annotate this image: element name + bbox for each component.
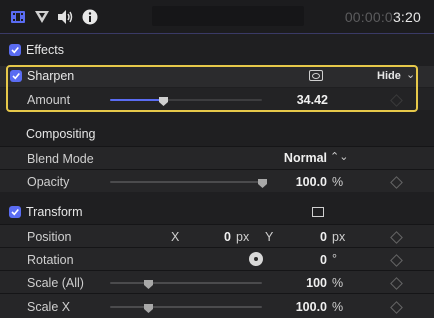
scale-all-slider-knob[interactable] [143, 278, 153, 289]
position-y-unit: px [332, 230, 346, 244]
scale-x-keyframe-icon[interactable] [390, 301, 403, 314]
scale-x-label: Scale X [27, 300, 71, 314]
effects-label: Effects [26, 43, 64, 57]
opacity-unit: % [332, 175, 344, 189]
transform-section-header: Transform [0, 200, 434, 224]
scale-all-label: Scale (All) [27, 276, 84, 290]
blend-mode-row: Blend Mode Normal ⌃⌄ [0, 147, 434, 169]
updown-chevron-icon[interactable]: ⌃⌄ [330, 150, 348, 163]
info-icon[interactable] [81, 8, 99, 26]
position-row: Position X 0 px Y 0 px [0, 225, 434, 247]
compositing-section-header: Compositing [0, 121, 434, 145]
transform-checkbox[interactable] [9, 206, 21, 218]
opacity-slider-knob[interactable] [257, 177, 267, 188]
scale-x-value[interactable]: 100.0 [296, 300, 327, 314]
scale-x-slider-knob[interactable] [143, 302, 153, 313]
scale-all-unit: % [332, 276, 344, 290]
position-y-value[interactable]: 0 [320, 230, 327, 244]
position-x-value[interactable]: 0 [224, 230, 231, 244]
title-field [152, 6, 304, 26]
onscreen-controls-icon[interactable] [312, 207, 324, 217]
transform-label: Transform [26, 205, 83, 219]
scale-x-slider[interactable] [110, 306, 262, 308]
opacity-label: Opacity [27, 175, 70, 189]
opacity-slider[interactable] [110, 181, 262, 183]
scale-all-slider[interactable] [110, 282, 262, 284]
rotation-keyframe-icon[interactable] [390, 254, 403, 267]
scale-all-value[interactable]: 100 [306, 276, 327, 290]
film-icon[interactable] [9, 8, 27, 26]
compositing-label: Compositing [26, 127, 96, 141]
timecode-display: 00:00:03:20 [344, 9, 421, 25]
scale-all-keyframe-icon[interactable] [390, 277, 403, 290]
effects-section-header: Effects [0, 38, 434, 62]
scale-x-unit: % [332, 300, 344, 314]
rotation-label: Rotation [27, 253, 74, 267]
blend-mode-select[interactable]: Normal [284, 151, 327, 165]
blend-mode-label: Blend Mode [27, 152, 94, 166]
position-x-unit: px [236, 230, 250, 244]
position-y-label: Y [265, 230, 274, 244]
filter-icon[interactable] [33, 8, 51, 26]
opacity-row: Opacity 100.0 % [0, 170, 434, 192]
opacity-value[interactable]: 100.0 [296, 175, 327, 189]
scale-x-row: Scale X 100.0 % [0, 294, 434, 318]
position-x-label: X [171, 230, 180, 244]
rotation-unit: ° [332, 252, 337, 266]
inspector-toolbar: 00:00:03:20 [0, 0, 434, 34]
rotation-value[interactable]: 0 [320, 253, 327, 267]
effects-checkbox[interactable] [9, 44, 21, 56]
audio-icon[interactable] [57, 8, 75, 26]
scale-all-row: Scale (All) 100 % [0, 271, 434, 293]
position-label: Position [27, 230, 72, 244]
opacity-keyframe-icon[interactable] [390, 176, 403, 189]
rotation-dial[interactable] [249, 252, 263, 266]
position-keyframe-icon[interactable] [390, 231, 403, 244]
rotation-row: Rotation 0 ° [0, 248, 434, 270]
selected-effect-highlight [6, 65, 418, 112]
